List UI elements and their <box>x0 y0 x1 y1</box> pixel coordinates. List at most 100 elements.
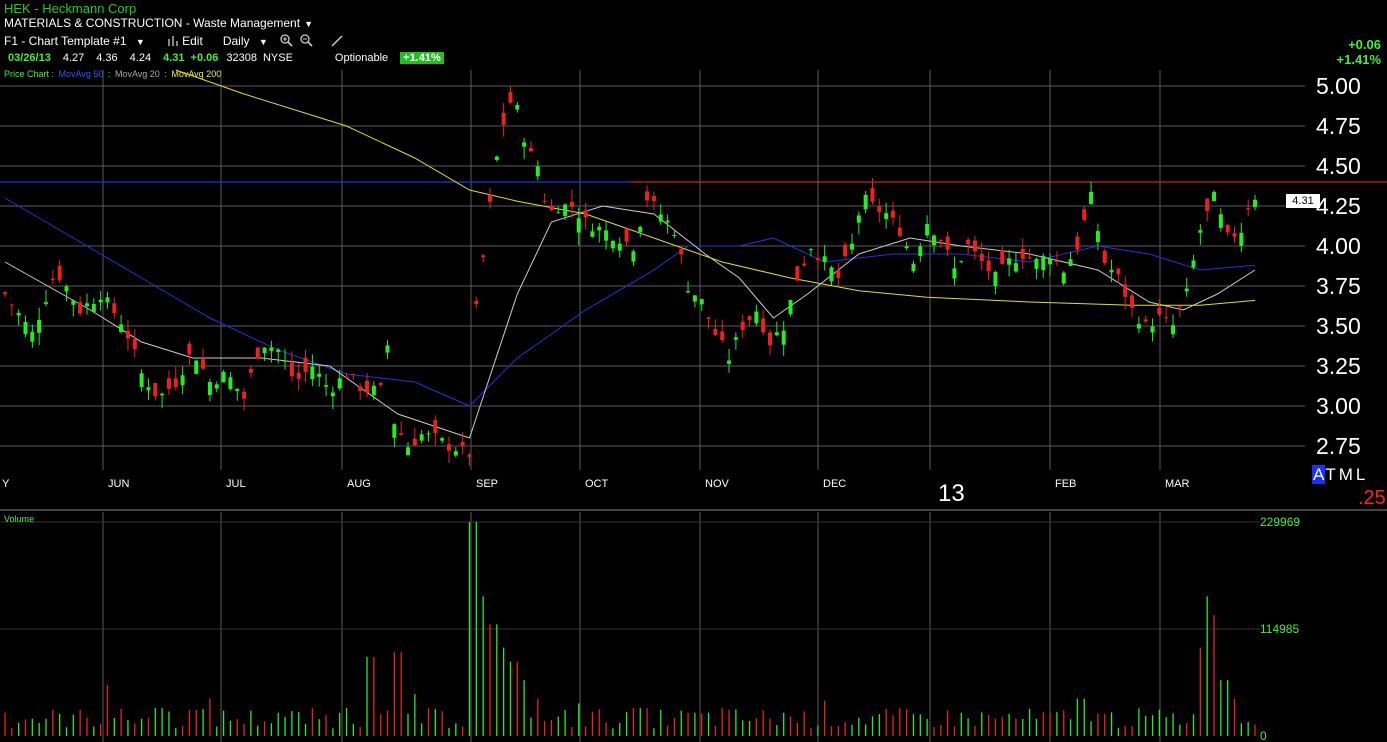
candle-body <box>392 424 397 438</box>
candle-body <box>1205 198 1210 212</box>
candle-body <box>419 434 424 441</box>
candle-body <box>1184 288 1189 292</box>
candle-body <box>1013 263 1018 272</box>
volume-title: Volume <box>4 514 35 524</box>
price-volume-chart[interactable]: Y JUN JUL AUG SEP OCT NOV DEC FEB MAR 5.00 4.75 4.50… <box>0 0 1387 742</box>
candle-body <box>1253 199 1257 208</box>
candle-body <box>1034 259 1039 269</box>
candle-body <box>1239 232 1244 246</box>
candle-body <box>98 299 103 303</box>
candle-body <box>740 321 745 331</box>
candle-body <box>768 332 773 346</box>
ma-line <box>175 69 1256 306</box>
candle-body <box>809 249 814 251</box>
candle-body <box>945 236 950 250</box>
candle-body <box>248 368 253 373</box>
candle-body <box>1116 268 1121 275</box>
y-tick-label: 3.25 <box>1316 353 1361 379</box>
candle-body <box>37 319 42 333</box>
candle-body <box>556 212 561 214</box>
candle-body <box>1177 306 1182 308</box>
candle-body <box>938 239 943 241</box>
candle-body <box>378 382 383 385</box>
y-tick-label: 4.75 <box>1316 113 1361 139</box>
candle-body <box>569 201 574 207</box>
candle-body <box>713 329 718 335</box>
candle-body <box>71 300 76 305</box>
candle-body <box>508 92 513 103</box>
candle-body <box>1212 191 1217 202</box>
candle-body <box>84 303 89 307</box>
candle-body <box>966 239 971 245</box>
candle-body <box>412 438 417 446</box>
candle-body <box>699 299 704 305</box>
candle-body <box>972 240 977 252</box>
candle-body <box>1246 208 1251 210</box>
candle-body <box>590 231 595 237</box>
candle-body <box>597 226 602 231</box>
candle-body <box>180 375 185 386</box>
candle-body <box>433 420 438 434</box>
candle-body <box>1000 249 1005 264</box>
candle-body <box>289 362 294 377</box>
candle-body <box>679 248 684 255</box>
candle-body <box>494 156 499 160</box>
y-tick-label: 3.75 <box>1316 273 1361 299</box>
candle-body <box>733 337 738 340</box>
candle-body <box>638 226 643 232</box>
candle-body <box>1191 260 1196 268</box>
x-tick-label: AUG <box>347 478 371 490</box>
candle-body <box>1171 325 1176 335</box>
candle-body <box>344 377 349 379</box>
candle-body <box>64 286 69 292</box>
candle-body <box>658 214 663 222</box>
candle-body <box>187 343 192 355</box>
candle-body <box>43 302 48 304</box>
volume-tick-label: 229969 <box>1260 515 1300 529</box>
x-tick-label: JUN <box>108 478 129 490</box>
candle-body <box>399 433 404 435</box>
candle-body <box>1150 326 1155 333</box>
candle-body <box>146 387 151 391</box>
candle-body <box>822 256 827 262</box>
candle-body <box>310 366 315 379</box>
candle-body <box>897 227 902 236</box>
candle-body <box>563 204 568 217</box>
x-tick-label: OCT <box>585 478 609 490</box>
candle-body <box>863 194 868 210</box>
atml-rest[interactable]: TML <box>1325 465 1368 484</box>
candle-body <box>535 166 540 177</box>
candle-body <box>986 260 991 272</box>
candle-body <box>1075 236 1080 250</box>
candle-body <box>1020 248 1025 259</box>
candle-body <box>774 332 779 336</box>
candle-body <box>330 392 335 397</box>
candle-body <box>371 385 376 396</box>
candle-body <box>487 194 492 202</box>
candle-body <box>952 268 957 279</box>
candle-body <box>706 317 711 319</box>
candle-body <box>720 331 725 341</box>
candle-body <box>788 300 793 315</box>
candle-body <box>617 243 622 251</box>
candle-body <box>481 255 486 258</box>
candle-body <box>125 330 130 339</box>
candle-body <box>781 330 786 345</box>
candle-body <box>1232 233 1237 237</box>
candle-body <box>1102 250 1107 263</box>
candle-body <box>406 447 411 456</box>
candle-body <box>993 271 998 287</box>
candle-body <box>474 300 479 305</box>
atml-selector[interactable]: ATML <box>1312 465 1368 485</box>
candle-body <box>870 187 875 202</box>
y-tick-label: 4.50 <box>1316 153 1361 179</box>
atml-a-button[interactable]: A <box>1312 465 1326 484</box>
candle-body <box>16 312 21 316</box>
candle-body <box>30 331 35 342</box>
candle-body <box>877 206 882 212</box>
candle-body <box>105 297 110 303</box>
candle-body <box>583 210 588 218</box>
candle-body <box>918 246 923 257</box>
candle-body <box>112 303 117 314</box>
candle-body <box>385 345 390 353</box>
